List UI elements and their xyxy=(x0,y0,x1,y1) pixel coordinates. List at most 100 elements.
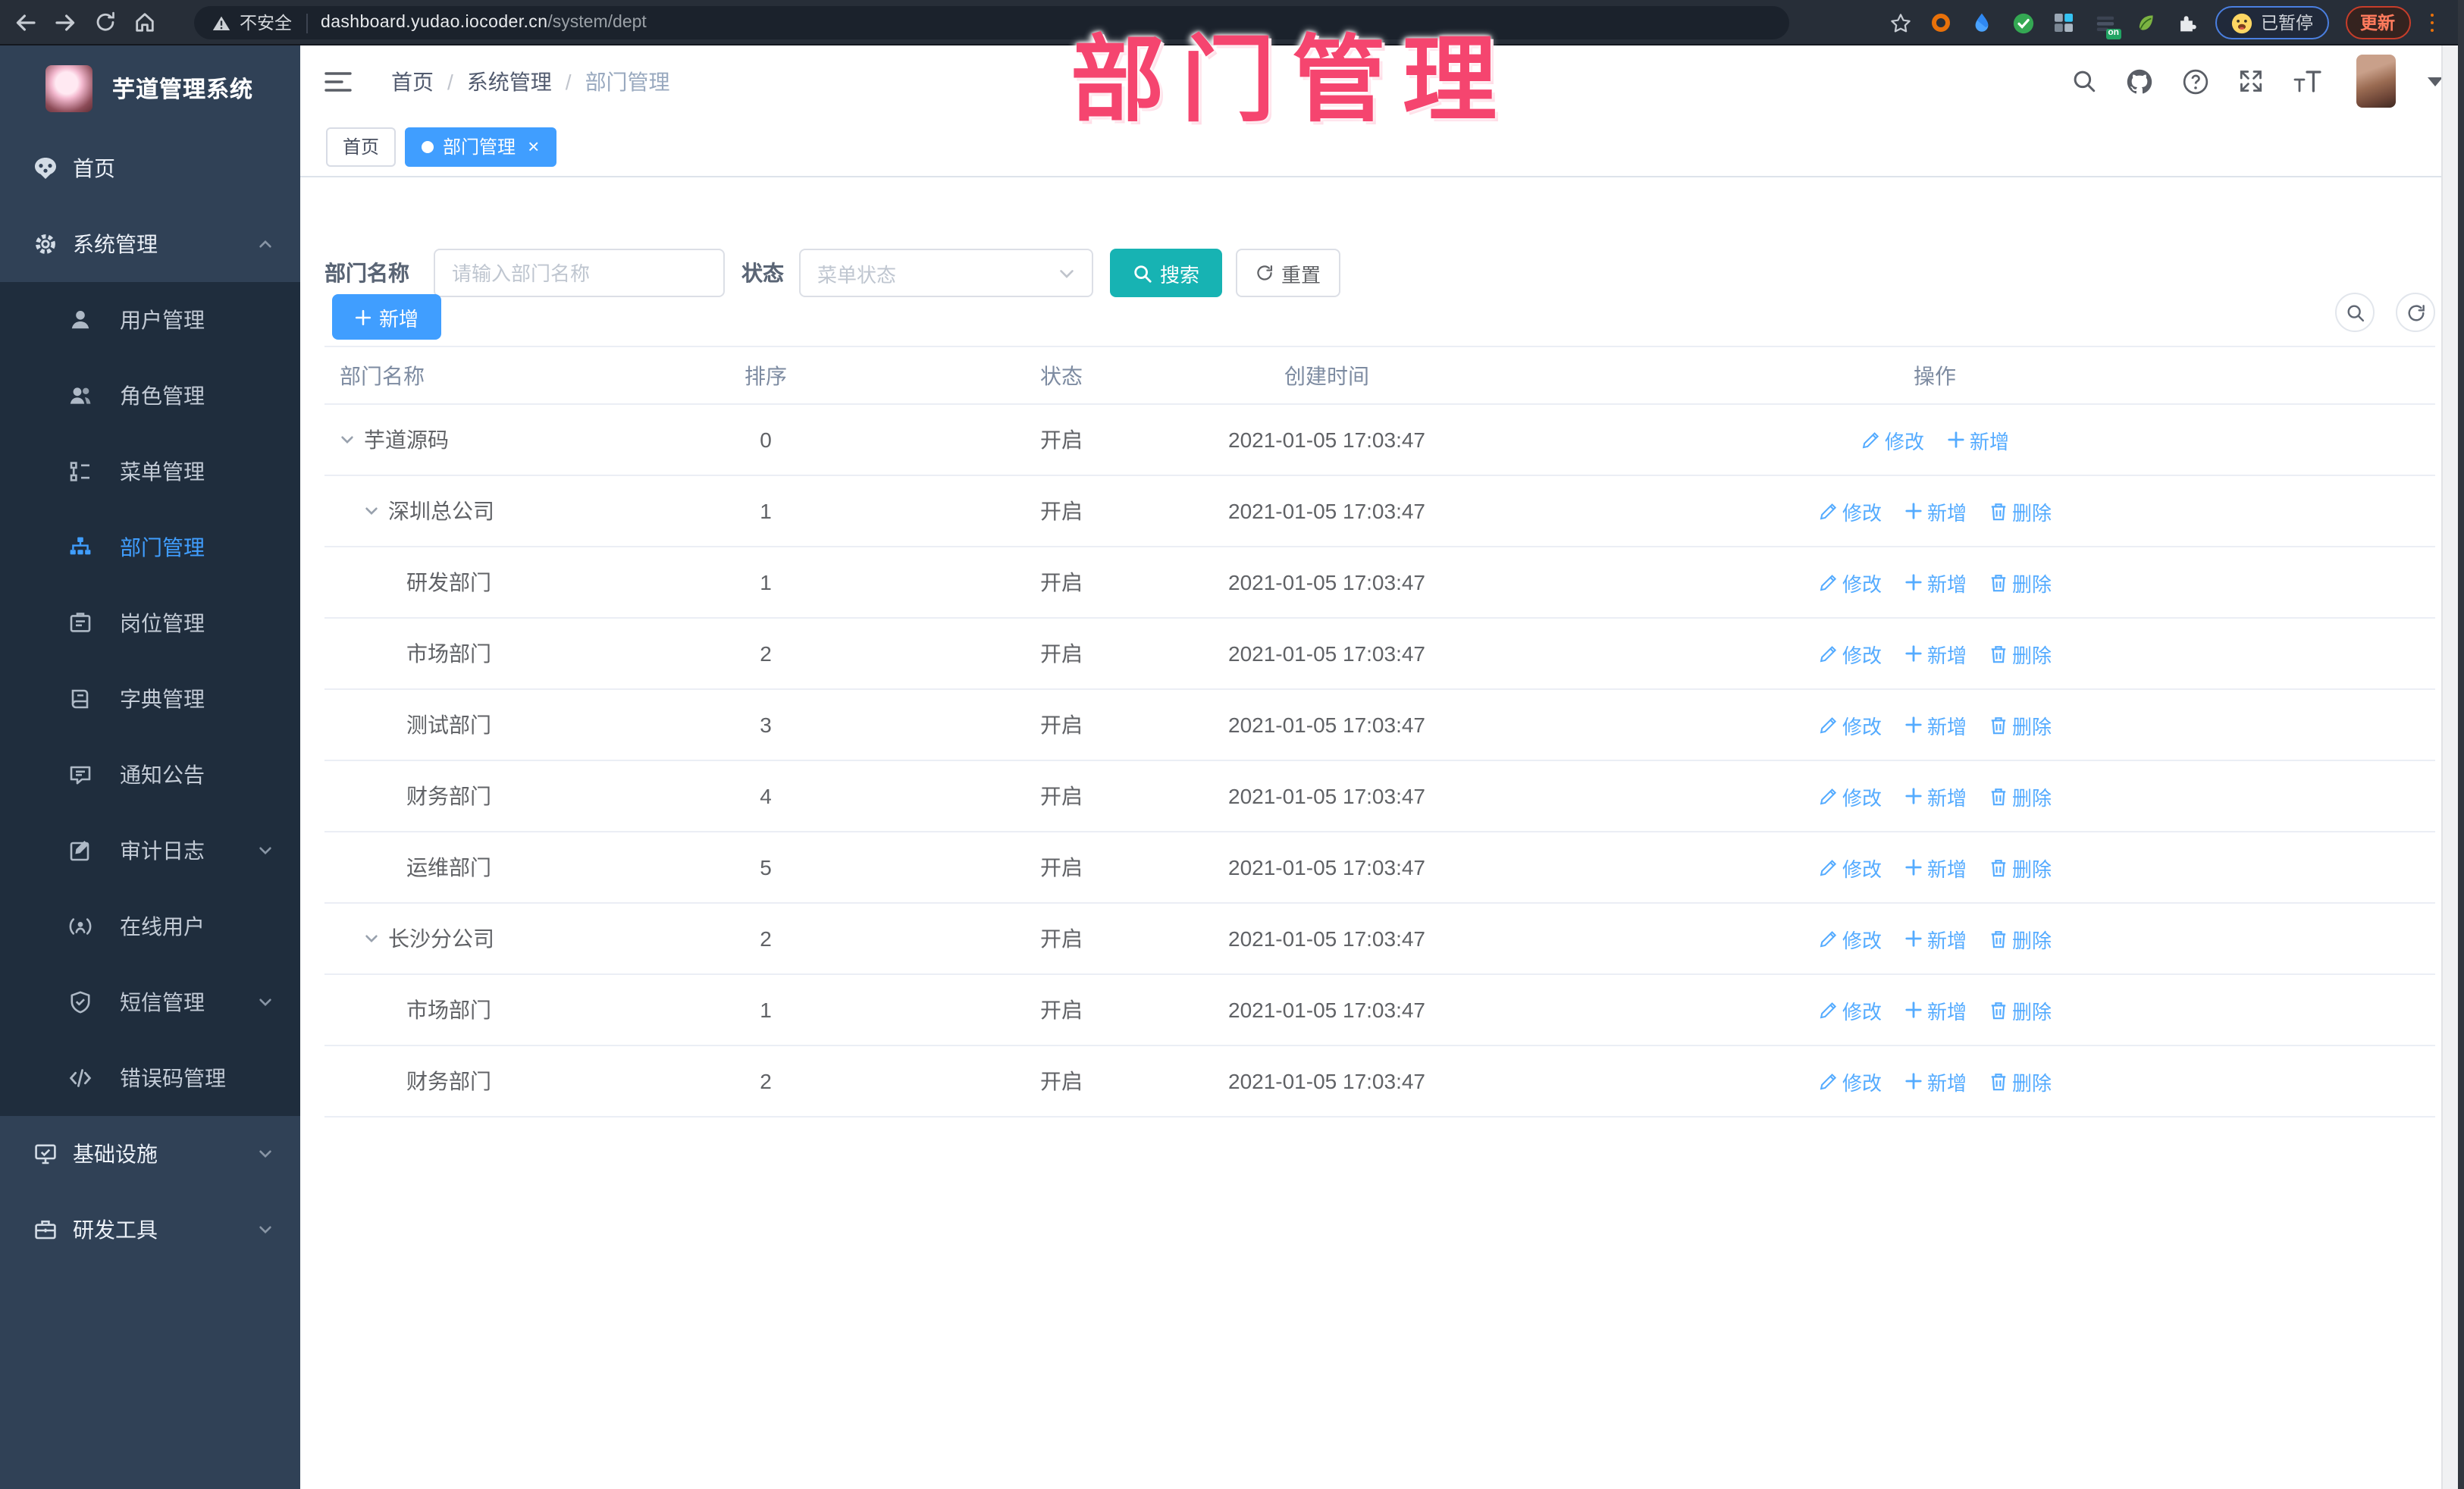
actions-cell: 修改 新增 删除 xyxy=(1434,710,2435,739)
status-select[interactable]: 菜单状态 xyxy=(799,249,1093,297)
sidebar-item-infra[interactable]: 基础设施 xyxy=(0,1116,300,1192)
search-icon[interactable] xyxy=(2071,68,2097,94)
table-row[interactable]: 测试部门 3 开启 2021-01-05 17:03:47 修改 新增 删除 xyxy=(324,690,2435,761)
browser-home-button[interactable] xyxy=(124,2,164,42)
sidebar-item-online-user[interactable]: 在线用户 xyxy=(0,889,300,964)
edit-link[interactable]: 修改 xyxy=(1818,782,1882,810)
edit-link[interactable]: 修改 xyxy=(1818,497,1882,525)
refresh-table-button[interactable] xyxy=(2396,293,2435,332)
table-row[interactable]: 财务部门 4 开启 2021-01-05 17:03:47 修改 新增 删除 xyxy=(324,761,2435,832)
edit-link[interactable]: 修改 xyxy=(1818,710,1882,739)
edit-link[interactable]: 修改 xyxy=(1818,639,1882,668)
avatar[interactable] xyxy=(2356,55,2396,108)
sidebar-item-post[interactable]: 岗位管理 xyxy=(0,585,300,661)
extension-grid-icon[interactable] xyxy=(2052,11,2076,35)
extension-drop-icon[interactable] xyxy=(1970,11,1994,35)
sidebar-item-role[interactable]: 角色管理 xyxy=(0,358,300,434)
dept-name-input[interactable] xyxy=(434,249,725,297)
extension-green-check-icon[interactable] xyxy=(2011,11,2035,35)
edit-link[interactable]: 修改 xyxy=(1818,995,1882,1024)
table-row[interactable]: 深圳总公司 1 开启 2021-01-05 17:03:47 修改 新增 删除 xyxy=(324,476,2435,547)
sidebar-item-dev-tools[interactable]: 研发工具 xyxy=(0,1192,300,1268)
collapse-sidebar-icon[interactable] xyxy=(321,64,355,98)
add-link[interactable]: 新增 xyxy=(1947,425,2009,454)
sidebar-item-system[interactable]: 系统管理 xyxy=(0,206,300,282)
sidebar-item-user[interactable]: 用户管理 xyxy=(0,282,300,358)
breadcrumb-item[interactable]: 系统管理 xyxy=(467,66,552,96)
expand-toggle-icon[interactable] xyxy=(364,503,379,519)
edit-link[interactable]: 修改 xyxy=(1818,924,1882,953)
sidebar-item-menu[interactable]: 菜单管理 xyxy=(0,434,300,509)
edit-link[interactable]: 修改 xyxy=(1818,853,1882,882)
delete-link[interactable]: 删除 xyxy=(1989,995,2052,1024)
table-row[interactable]: 运维部门 5 开启 2021-01-05 17:03:47 修改 新增 删除 xyxy=(324,832,2435,904)
sidebar-item-label: 审计日志 xyxy=(120,839,205,863)
browser-reload-button[interactable] xyxy=(85,2,124,42)
table-row[interactable]: 长沙分公司 2 开启 2021-01-05 17:03:47 修改 新增 删除 xyxy=(324,904,2435,975)
font-size-icon[interactable] xyxy=(2293,70,2321,92)
browser-back-button[interactable] xyxy=(6,2,45,42)
tab-item[interactable]: 首页 xyxy=(326,127,397,166)
delete-link[interactable]: 删除 xyxy=(1989,568,2052,597)
edit-link[interactable]: 修改 xyxy=(1861,425,1924,454)
extension-orange-icon[interactable] xyxy=(1929,11,1953,35)
address-bar[interactable]: 不安全 dashboard.yudao.iocoder.cn/system/de… xyxy=(194,6,1789,39)
tab-active[interactable]: 部门管理 × xyxy=(405,127,556,166)
add-link[interactable]: 新增 xyxy=(1904,1067,1967,1096)
notice-icon xyxy=(68,763,92,787)
sidebar-item-audit-log[interactable]: 审计日志 xyxy=(0,813,300,889)
extension-puzzle-icon[interactable] xyxy=(2174,11,2199,35)
chevron-down-icon[interactable] xyxy=(2428,77,2443,86)
delete-link[interactable]: 删除 xyxy=(1989,497,2052,525)
sidebar-item-home[interactable]: 首页 xyxy=(0,130,300,206)
add-link[interactable]: 新增 xyxy=(1904,497,1967,525)
table-row[interactable]: 市场部门 2 开启 2021-01-05 17:03:47 修改 新增 删除 xyxy=(324,619,2435,690)
add-link[interactable]: 新增 xyxy=(1904,639,1967,668)
bookmark-star-icon[interactable] xyxy=(1888,11,1912,35)
not-secure-label[interactable]: 不安全 xyxy=(240,11,292,35)
show-search-button[interactable] xyxy=(2335,293,2375,332)
add-link[interactable]: 新增 xyxy=(1904,995,1967,1024)
edit-link[interactable]: 修改 xyxy=(1818,1067,1882,1096)
delete-link[interactable]: 删除 xyxy=(1989,853,2052,882)
breadcrumb-item[interactable]: 首页 xyxy=(391,66,434,96)
app-logo[interactable]: 芋道管理系统 xyxy=(0,45,300,130)
sidebar-item-dept[interactable]: 部门管理 xyxy=(0,509,300,585)
sidebar-item-error-code[interactable]: 错误码管理 xyxy=(0,1040,300,1116)
sidebar-item-notice[interactable]: 通知公告 xyxy=(0,737,300,813)
github-icon[interactable] xyxy=(2126,67,2153,95)
browser-menu-icon[interactable] xyxy=(2427,11,2437,36)
delete-link[interactable]: 删除 xyxy=(1989,1067,2052,1096)
delete-link[interactable]: 删除 xyxy=(1989,639,2052,668)
profile-paused-chip[interactable]: 已暂停 xyxy=(2215,6,2328,39)
extension-leaf-icon[interactable] xyxy=(2133,11,2158,35)
add-link[interactable]: 新增 xyxy=(1904,710,1967,739)
add-button[interactable]: 新增 xyxy=(332,294,441,340)
add-link[interactable]: 新增 xyxy=(1904,568,1967,597)
browser-update-button[interactable]: 更新 xyxy=(2345,6,2410,39)
browser-forward-button[interactable] xyxy=(45,2,85,42)
add-link[interactable]: 新增 xyxy=(1904,782,1967,810)
extension-on-badge-icon[interactable]: on xyxy=(2093,11,2121,39)
search-button[interactable]: 搜索 xyxy=(1110,249,1222,297)
table-row[interactable]: 市场部门 1 开启 2021-01-05 17:03:47 修改 新增 删除 xyxy=(324,975,2435,1046)
add-link[interactable]: 新增 xyxy=(1904,924,1967,953)
expand-toggle-icon[interactable] xyxy=(364,931,379,946)
sidebar-item-sms[interactable]: 短信管理 xyxy=(0,964,300,1040)
table-row[interactable]: 研发部门 1 开启 2021-01-05 17:03:47 修改 新增 删除 xyxy=(324,547,2435,619)
table-row[interactable]: 财务部门 2 开启 2021-01-05 17:03:47 修改 新增 删除 xyxy=(324,1046,2435,1118)
reset-button[interactable]: 重置 xyxy=(1236,249,1340,297)
edit-link[interactable]: 修改 xyxy=(1818,568,1882,597)
expand-toggle-icon[interactable] xyxy=(340,432,355,447)
extension-on-badge-label: on xyxy=(2105,29,2121,39)
close-tab-icon[interactable]: × xyxy=(528,136,539,156)
help-icon[interactable] xyxy=(2182,67,2209,95)
table-row[interactable]: 芋道源码 0 开启 2021-01-05 17:03:47 修改 新增 xyxy=(324,405,2435,476)
add-link[interactable]: 新增 xyxy=(1904,853,1967,882)
delete-link[interactable]: 删除 xyxy=(1989,710,2052,739)
delete-link[interactable]: 删除 xyxy=(1989,782,2052,810)
fullscreen-icon[interactable] xyxy=(2238,68,2264,94)
delete-link[interactable]: 删除 xyxy=(1989,924,2052,953)
page-scrollbar[interactable] xyxy=(2441,45,2458,1489)
sidebar-item-dict[interactable]: 字典管理 xyxy=(0,661,300,737)
